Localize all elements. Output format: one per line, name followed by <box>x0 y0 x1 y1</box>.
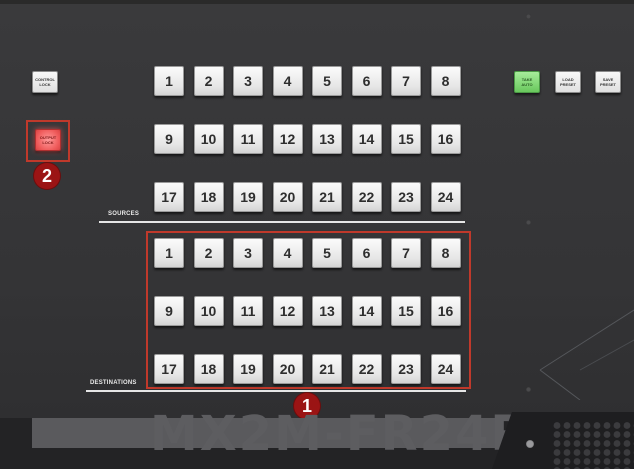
destination-23-button[interactable]: 23 <box>391 354 421 384</box>
destination-7-button[interactable]: 7 <box>391 238 421 268</box>
panel-top-edge <box>0 0 634 4</box>
sources-underline <box>99 221 465 223</box>
destination-22-button[interactable]: 22 <box>351 354 382 384</box>
destination-1-button[interactable]: 1 <box>154 238 184 268</box>
source-24-button[interactable]: 24 <box>430 182 461 212</box>
destination-17-button[interactable]: 17 <box>154 354 184 384</box>
panel-screw <box>526 14 531 19</box>
source-15-button[interactable]: 15 <box>391 124 421 154</box>
panel-screw <box>526 220 531 225</box>
source-16-button[interactable]: 16 <box>430 124 461 154</box>
source-19-button[interactable]: 19 <box>233 182 263 212</box>
source-13-button[interactable]: 13 <box>312 124 342 154</box>
destination-10-button[interactable]: 10 <box>193 296 224 326</box>
output-lock-label-2: LOCK <box>42 140 54 145</box>
vent-pattern <box>552 422 634 469</box>
source-12-button[interactable]: 12 <box>272 124 303 154</box>
source-6-button[interactable]: 6 <box>351 66 382 96</box>
source-4-button[interactable]: 4 <box>272 66 303 96</box>
destination-5-button[interactable]: 5 <box>312 238 342 268</box>
source-8-button[interactable]: 8 <box>430 66 461 96</box>
destination-11-button[interactable]: 11 <box>233 296 263 326</box>
source-17-button[interactable]: 17 <box>154 182 184 212</box>
source-23-button[interactable]: 23 <box>391 182 421 212</box>
vent-grille <box>492 412 634 469</box>
destination-6-button[interactable]: 6 <box>351 238 382 268</box>
destination-24-button[interactable]: 24 <box>430 354 461 384</box>
destination-19-button[interactable]: 19 <box>233 354 263 384</box>
source-11-button[interactable]: 11 <box>233 124 263 154</box>
source-7-button[interactable]: 7 <box>391 66 421 96</box>
destination-21-button[interactable]: 21 <box>312 354 342 384</box>
source-21-button[interactable]: 21 <box>312 182 342 212</box>
destination-4-button[interactable]: 4 <box>272 238 303 268</box>
control-lock-button[interactable]: CONTROL LOCK <box>32 71 58 93</box>
destination-12-button[interactable]: 12 <box>272 296 303 326</box>
destination-9-button[interactable]: 9 <box>154 296 184 326</box>
destination-3-button[interactable]: 3 <box>233 238 263 268</box>
router-front-panel: CONTROL LOCK OUTPUT LOCK 2 SOURCES DESTI… <box>0 0 634 469</box>
take-auto-label-2: AUTO <box>521 82 533 87</box>
source-9-button[interactable]: 9 <box>154 124 184 154</box>
destinations-label: DESTINATIONS <box>90 380 137 386</box>
destination-8-button[interactable]: 8 <box>430 238 461 268</box>
source-22-button[interactable]: 22 <box>351 182 382 212</box>
control-lock-label-2: LOCK <box>39 82 51 87</box>
output-lock-button[interactable]: OUTPUT LOCK <box>35 129 61 151</box>
destination-18-button[interactable]: 18 <box>193 354 224 384</box>
take-auto-button[interactable]: TAKE AUTO <box>514 71 540 93</box>
load-preset-label-2: PRESET <box>559 82 576 87</box>
decorative-lines <box>539 309 634 400</box>
sources-label: SOURCES <box>108 211 140 217</box>
annotation-badge-2: 2 <box>34 163 60 189</box>
destination-20-button[interactable]: 20 <box>272 354 303 384</box>
model-name: MX2M-FR24R <box>150 406 530 462</box>
destination-13-button[interactable]: 13 <box>312 296 342 326</box>
source-1-button[interactable]: 1 <box>154 66 184 96</box>
panel-screw <box>526 440 534 448</box>
destinations-underline <box>86 390 466 392</box>
destination-2-button[interactable]: 2 <box>193 238 224 268</box>
save-preset-label-2: PRESET <box>599 82 616 87</box>
source-10-button[interactable]: 10 <box>193 124 224 154</box>
source-2-button[interactable]: 2 <box>193 66 224 96</box>
source-18-button[interactable]: 18 <box>193 182 224 212</box>
source-3-button[interactable]: 3 <box>233 66 263 96</box>
destination-14-button[interactable]: 14 <box>351 296 382 326</box>
source-20-button[interactable]: 20 <box>272 182 303 212</box>
destination-15-button[interactable]: 15 <box>391 296 421 326</box>
load-preset-button[interactable]: LOAD PRESET <box>555 71 581 93</box>
destination-16-button[interactable]: 16 <box>430 296 461 326</box>
source-5-button[interactable]: 5 <box>312 66 342 96</box>
save-preset-button[interactable]: SAVE PRESET <box>595 71 621 93</box>
source-14-button[interactable]: 14 <box>351 124 382 154</box>
